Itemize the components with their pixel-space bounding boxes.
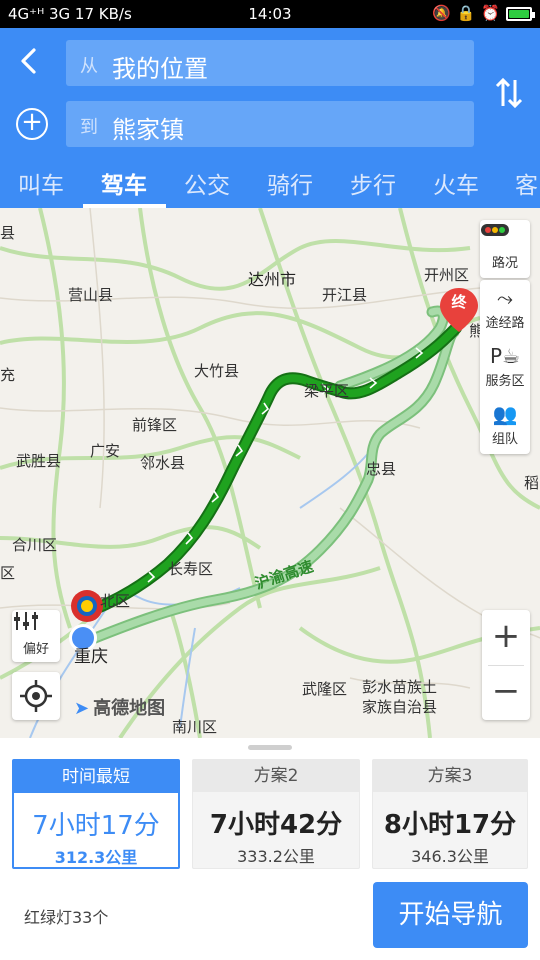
- tab-bike[interactable]: 骑行: [267, 166, 313, 200]
- start-navigation-button[interactable]: 开始导航: [373, 882, 528, 948]
- place-liangping: 梁平区: [304, 382, 350, 400]
- status-bar: 4G⁺ᴴ 3G 17 KB/s 14:03 🔕 🔒 ⏰: [0, 0, 540, 28]
- origin-field[interactable]: 从 我的位置: [66, 40, 474, 86]
- plan-title: 方案2: [193, 760, 359, 792]
- traffic-lights-count: 红绿灯33个: [24, 908, 109, 927]
- app-root: 4G⁺ᴴ 3G 17 KB/s 14:03 🔕 🔒 ⏰ 从 我的位置 + 到 熊…: [0, 0, 540, 960]
- locate-button[interactable]: [12, 672, 60, 720]
- place-nanchuan: 南川区: [172, 718, 218, 736]
- mute-icon: 🔕: [431, 4, 451, 22]
- team-button[interactable]: 👥 组队: [480, 396, 530, 454]
- place-pengshui: 彭水苗族土: [362, 678, 438, 696]
- add-waypoint-button[interactable]: +: [16, 108, 48, 140]
- traffic-icon: [480, 224, 530, 252]
- place-wulong: 武隆区: [302, 680, 348, 698]
- parking-coffee-icon: P☕: [490, 344, 520, 368]
- plan-duration: 7小时42分: [209, 810, 343, 840]
- route-waypoint-icon: ⤳: [497, 286, 513, 310]
- plan-card-3[interactable]: 方案3 8小时17分 346.3公里: [372, 759, 528, 869]
- service-label: 服务区: [485, 374, 525, 389]
- transport-tabs: 叫车 驾车 公交 骑行 步行 火车 客: [0, 160, 540, 208]
- place-dazhou: 达州市: [248, 270, 297, 289]
- zoom-controls: + −: [482, 610, 530, 720]
- place-hechuan: 合川区: [12, 536, 58, 554]
- crosshair-icon: [20, 680, 52, 712]
- sliders-icon: [12, 612, 60, 638]
- plan-distance: 312.3公里: [54, 848, 138, 867]
- status-icons: 🔕 🔒 ⏰: [432, 4, 500, 22]
- place-label: 县: [0, 224, 16, 242]
- team-icon: 👥: [492, 402, 518, 426]
- place-guangan: 广安: [90, 442, 121, 460]
- destination-value: 熊家镇: [112, 116, 184, 144]
- place-yubei: 北区: [100, 592, 131, 610]
- back-arrow-icon: [21, 48, 36, 74]
- place-label: 稻: [524, 474, 540, 492]
- route-plans-sheet: 时间最短 7小时17分 312.3公里 方案2 7小时42分 333.2公里 方…: [0, 738, 540, 960]
- place-label: 区: [0, 564, 16, 582]
- logo-text: 高德地图: [93, 698, 166, 719]
- amap-logo: ➤ 高德地图: [74, 694, 165, 720]
- tab-walk[interactable]: 步行: [350, 166, 396, 200]
- service-area-button[interactable]: P☕ 服务区: [480, 338, 530, 396]
- plan-distance: 346.3公里: [411, 847, 489, 866]
- swap-button[interactable]: [494, 76, 524, 110]
- origin-label: 从: [80, 56, 98, 77]
- swap-icon: [495, 77, 523, 109]
- zoom-out-button[interactable]: −: [482, 665, 530, 720]
- place-chongqing: 重庆: [74, 647, 108, 667]
- tab-taxi[interactable]: 叫车: [18, 166, 64, 200]
- lock-icon: 🔒: [456, 4, 476, 22]
- route-header: 从 我的位置 + 到 熊家镇 叫车 驾车 公交 骑行 步行 火车 客: [0, 28, 540, 208]
- plan-card-2[interactable]: 方案2 7小时42分 333.2公里: [192, 759, 360, 869]
- place-kaizhou: 开州区: [424, 266, 470, 284]
- place-zhongxian: 忠县: [366, 460, 397, 478]
- place-pengshui-2: 家族自治县: [362, 698, 438, 716]
- place-wusheng: 武胜县: [16, 452, 62, 470]
- place-kaijiang: 开江县: [322, 286, 368, 304]
- plan-distance: 333.2公里: [237, 847, 315, 866]
- end-marker-label: 终: [451, 293, 467, 311]
- zoom-divider: [488, 665, 524, 666]
- team-label: 组队: [491, 432, 518, 447]
- tab-train[interactable]: 火车: [433, 166, 479, 200]
- battery-icon: [506, 7, 535, 21]
- destination-field[interactable]: 到 熊家镇: [66, 101, 474, 147]
- place-label: 充: [0, 366, 16, 384]
- place-qianfeng: 前锋区: [132, 416, 178, 434]
- plan-title: 方案3: [373, 760, 527, 792]
- place-linshui: 邻水县: [140, 454, 186, 472]
- preference-label: 偏好: [22, 642, 49, 657]
- place-yingshan: 营山县: [68, 286, 114, 304]
- traffic-label: 路况: [491, 256, 518, 271]
- logo-arrow-icon: ➤: [74, 698, 90, 719]
- plan-duration: 7小时17分: [32, 811, 160, 841]
- preference-button[interactable]: 偏好: [12, 610, 60, 662]
- destination-label: 到: [80, 117, 98, 138]
- origin-value: 我的位置: [112, 55, 208, 83]
- plan-title: 时间最短: [14, 761, 178, 793]
- plan-card-fastest[interactable]: 时间最短 7小时17分 312.3公里: [12, 759, 180, 869]
- route-map[interactable]: 县 达州市 营山县 开江县 开州区 熊 充 大竹县 梁平区 前锋区 广安 武胜县…: [0, 208, 540, 738]
- waypoint-button[interactable]: ⤳ 途经路: [480, 280, 530, 338]
- plan-duration: 8小时17分: [383, 810, 517, 840]
- back-button[interactable]: [12, 44, 46, 78]
- place-dazhu: 大竹县: [194, 362, 240, 380]
- tab-bus[interactable]: 公交: [184, 166, 230, 200]
- tab-coach[interactable]: 客: [515, 166, 538, 200]
- waypoint-label: 途经路: [485, 316, 525, 331]
- traffic-toggle[interactable]: 路况: [480, 220, 530, 278]
- map-tools-panel: ⤳ 途经路 P☕ 服务区 👥 组队: [480, 280, 530, 454]
- alarm-icon: ⏰: [481, 4, 500, 22]
- sheet-drag-handle[interactable]: [248, 745, 292, 750]
- place-changshou: 长寿区: [168, 560, 214, 578]
- tab-drive[interactable]: 驾车: [101, 166, 147, 200]
- zoom-in-button[interactable]: +: [482, 610, 530, 665]
